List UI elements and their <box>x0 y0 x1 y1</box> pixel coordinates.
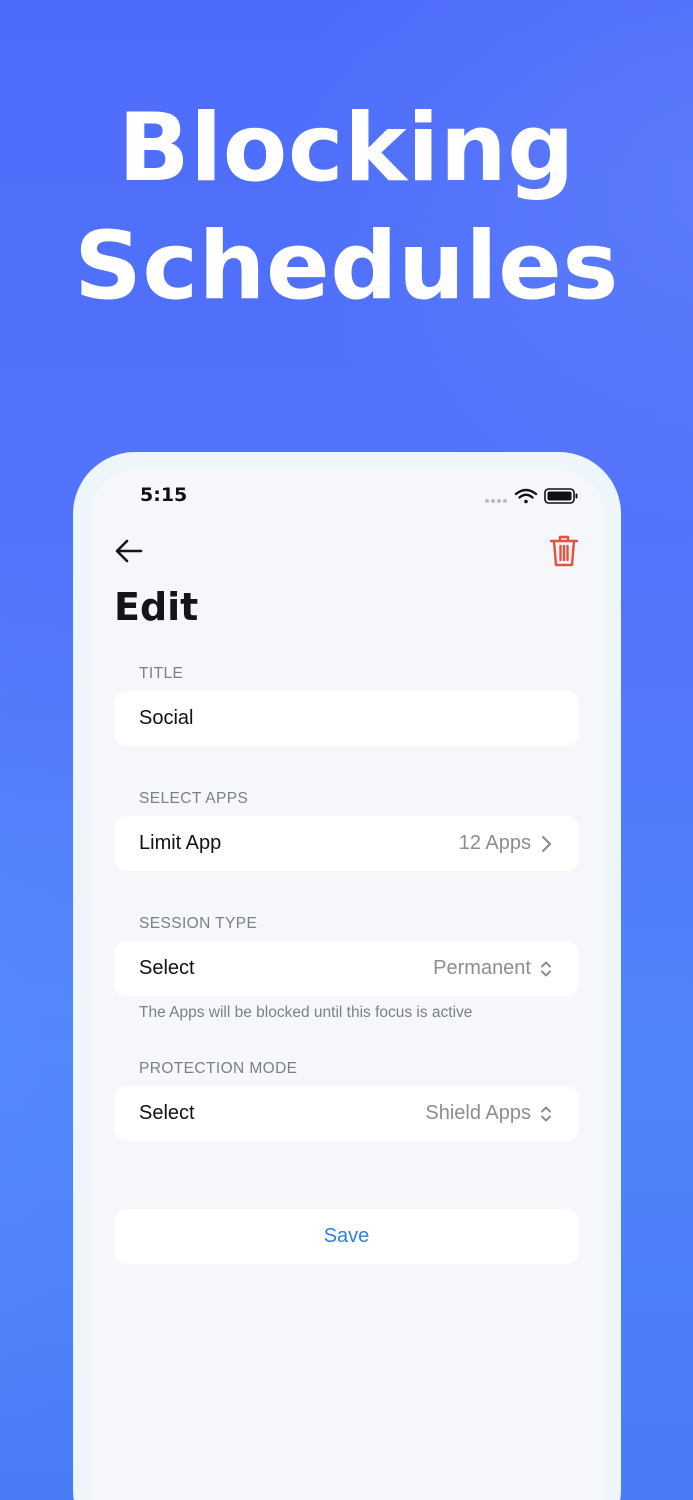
title-field[interactable]: Social <box>114 691 579 746</box>
title-section-label: TITLE <box>139 665 184 682</box>
arrow-left-icon[interactable] <box>112 535 146 567</box>
session-type-label: Select <box>139 957 195 979</box>
session-type-select[interactable]: Select Permanent <box>114 941 579 996</box>
chevron-up-down-icon <box>541 1106 551 1121</box>
app-count-value: 12 Apps <box>458 832 531 854</box>
protection-mode-section-label: PROTECTION MODE <box>139 1060 298 1077</box>
status-icons <box>485 488 578 504</box>
protection-mode-label: Select <box>139 1102 195 1124</box>
trash-icon[interactable] <box>548 533 580 569</box>
status-time: 5:15 <box>140 484 188 506</box>
signal-dots-icon <box>485 499 507 503</box>
save-button[interactable]: Save <box>114 1209 579 1264</box>
battery-icon <box>544 488 578 504</box>
page-title: Edit <box>114 585 199 629</box>
marketing-headline: Blocking Schedules <box>0 90 693 326</box>
session-type-section-label: SESSION TYPE <box>139 915 258 932</box>
protection-mode-select[interactable]: Select Shield Apps <box>114 1086 579 1141</box>
chevron-up-down-icon <box>541 961 551 976</box>
wifi-icon <box>514 488 538 504</box>
headline-line-1: Blocking <box>117 94 576 203</box>
protection-mode-value: Shield Apps <box>425 1102 531 1124</box>
title-field-value: Social <box>139 707 194 729</box>
select-apps-section-label: SELECT APPS <box>139 790 249 807</box>
limit-app-row[interactable]: Limit App 12 Apps <box>114 816 579 871</box>
chevron-right-icon <box>541 835 552 852</box>
session-type-note: The Apps will be blocked until this focu… <box>139 1004 473 1021</box>
headline-line-2: Schedules <box>74 212 619 321</box>
session-type-value: Permanent <box>433 957 531 979</box>
limit-app-label: Limit App <box>139 832 222 854</box>
